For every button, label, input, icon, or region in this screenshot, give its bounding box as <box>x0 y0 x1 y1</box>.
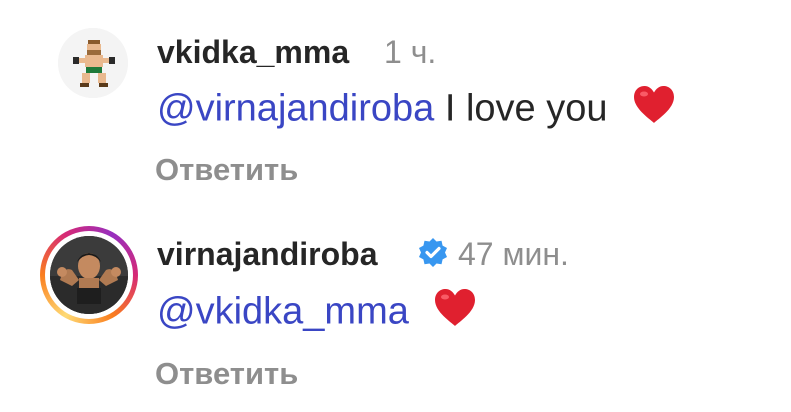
comment-username[interactable]: virnajandiroba <box>157 234 378 274</box>
comment-timestamp: 1 ч. <box>384 34 437 70</box>
heart-emoji-icon <box>433 288 477 339</box>
comment-text: I love you <box>444 87 608 130</box>
fighter-photo-icon <box>50 236 128 314</box>
pixel-fighter-icon <box>58 28 128 98</box>
comment-body: @virnajandiroba I love you <box>157 85 676 136</box>
reply-button[interactable]: Ответить <box>155 150 298 190</box>
avatar-virnajandiroba[interactable] <box>40 226 138 324</box>
heart-emoji-icon <box>632 85 676 136</box>
reply-button[interactable]: Ответить <box>155 354 298 394</box>
comment-username[interactable]: vkidka_mma <box>157 32 349 72</box>
avatar-vkidka[interactable] <box>58 28 128 98</box>
comment-body: @vkidka_mma <box>157 288 477 339</box>
mention-link[interactable]: @vkidka_mma <box>157 291 409 333</box>
comment-1: vkidka_mma 1 ч. @virnajandiroba I love y… <box>0 0 791 200</box>
verified-badge-icon <box>419 238 447 267</box>
comment-timestamp: 47 мин. <box>458 236 569 272</box>
mention-link[interactable]: @virnajandiroba <box>157 88 434 130</box>
comment-2: virnajandiroba 47 мин. @vkidka_mma Ответ… <box>0 200 791 412</box>
